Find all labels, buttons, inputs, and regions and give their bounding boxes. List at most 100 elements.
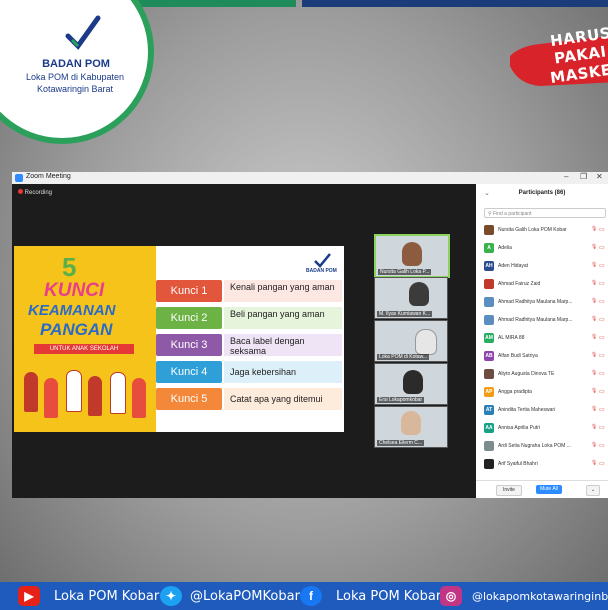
- badan-pom-check-logo: [65, 15, 101, 50]
- participant-row[interactable]: AT Anindita Tertia Maheswari 🎙 ▭: [484, 404, 608, 417]
- participant-name: Ahmad Fairuz Zaid: [498, 281, 541, 287]
- camera-off-icon: ▭: [599, 281, 605, 287]
- muted-mic-icon: 🎙: [591, 244, 598, 250]
- participant-row[interactable]: Ahmad Radhitya Maulana Marp... 🎙 ▭: [484, 314, 608, 327]
- camera-off-icon: ▭: [599, 371, 605, 377]
- slide-ribbon: UNTUK ANAK SEKOLAH: [34, 344, 134, 354]
- participant-face: [401, 411, 421, 435]
- participant-row[interactable]: Ahmad Fairuz Zaid 🎙 ▭: [484, 278, 608, 291]
- participant-name: AL MIRA 88: [498, 335, 525, 341]
- participant-row[interactable]: AB Alfan Budi Satriya 🎙 ▭: [484, 350, 608, 363]
- camera-off-icon: ▭: [599, 227, 605, 233]
- shared-screen-slide: 5 KUNCI KEAMANAN PANGAN UNTUK ANAK SEKOL…: [14, 246, 344, 432]
- participant-row[interactable]: Arif Syaiful Bhahri 🎙 ▭: [484, 458, 608, 471]
- zoom-meeting-window: Zoom Meeting – ❐ ✕ Recording 5 KUNCI KEA…: [12, 172, 608, 498]
- kunci-text: Beli pangan yang aman: [230, 309, 325, 319]
- slide-headline-keamanan: KEAMANAN: [28, 302, 116, 319]
- muted-mic-icon: 🎙: [591, 442, 598, 448]
- panel-footer: Invite Mute All ⌄: [476, 480, 608, 499]
- camera-off-icon: ▭: [599, 443, 605, 449]
- video-tile-name: Loka POM di Kotaw...: [377, 354, 430, 360]
- participant-name: Ahmad Radhitya Maulana Marp...: [498, 317, 573, 323]
- participant-name: Annisa Aprilia Putri: [498, 425, 540, 431]
- participant-row[interactable]: AM AL MIRA 88 🎙 ▭: [484, 332, 608, 345]
- minimize-button[interactable]: –: [564, 172, 568, 181]
- zoom-app-icon: [15, 174, 23, 182]
- participant-name: Nursita Galih Loka POM Kobar: [498, 227, 567, 233]
- facebook-icon: f: [300, 586, 322, 606]
- participant-avatar: [484, 279, 494, 289]
- twitter-handle: @LokaPOMKobar: [190, 589, 300, 604]
- participant-avatar: [484, 459, 494, 469]
- participant-name: Ardi Setia Nugraha Loka POM ...: [498, 443, 571, 449]
- camera-off-icon: ▭: [599, 299, 605, 305]
- top-banner-right: [302, 0, 608, 7]
- video-tile-name: Nursita Galih Loka P...: [378, 269, 432, 275]
- participant-row[interactable]: Nursita Galih Loka POM Kobar 🎙 ▭: [484, 224, 608, 237]
- participant-row[interactable]: Aliyto Augusta Dinova TE 🎙 ▭: [484, 368, 608, 381]
- camera-off-icon: ▭: [599, 389, 605, 395]
- participant-row[interactable]: A Adelia 🎙 ▭: [484, 242, 608, 255]
- participant-row[interactable]: AA Annisa Aprilia Putri 🎙 ▭: [484, 422, 608, 435]
- kunci-text: Kenali pangan yang aman: [230, 282, 335, 292]
- participant-avatar: A: [484, 243, 494, 253]
- child-figure: [24, 372, 38, 412]
- participant-avatar: AM: [484, 333, 494, 343]
- kunci-label: Kunci 3: [156, 334, 222, 356]
- kunci-label: Kunci 5: [156, 388, 222, 410]
- kunci-text: Baca label dengan seksama: [230, 336, 305, 356]
- participant-list: Nursita Galih Loka POM Kobar 🎙 ▭ A Adelia 🎙 ▭ A…: [476, 224, 608, 480]
- participant-search-input[interactable]: ⚲ Find a participant: [484, 208, 606, 218]
- camera-off-icon: ▭: [599, 245, 605, 251]
- close-button[interactable]: ✕: [596, 172, 603, 181]
- video-tile[interactable]: Loka POM di Kotaw...: [374, 320, 448, 362]
- participant-row[interactable]: AP Angga pradipta 🎙 ▭: [484, 386, 608, 399]
- video-tile[interactable]: Ersi Lokapomkobar: [374, 363, 448, 405]
- maximize-button[interactable]: ❐: [580, 172, 587, 181]
- participant-face: [415, 329, 437, 355]
- child-figure: [110, 372, 126, 414]
- video-tile[interactable]: M. Ilyas Kurniawan K...: [374, 277, 448, 319]
- muted-mic-icon: 🎙: [591, 352, 598, 358]
- participant-row[interactable]: Ahmad Radhitya Maulana Marp... 🎙 ▭: [484, 296, 608, 309]
- participant-face: [409, 282, 429, 306]
- kunci-label: Kunci 1: [156, 280, 222, 302]
- harus-pakai-masker-badge: HARUS PAKAI MASKER: [510, 24, 608, 92]
- kunci-label: Kunci 2: [156, 307, 222, 329]
- muted-mic-icon: 🎙: [591, 334, 598, 340]
- muted-mic-icon: 🎙: [591, 370, 598, 376]
- video-tile[interactable]: Nursita Galih Loka P...: [374, 234, 450, 278]
- camera-off-icon: ▭: [599, 317, 605, 323]
- kunci-text: Jaga kebersihan: [230, 367, 297, 377]
- participant-avatar: AB: [484, 351, 494, 361]
- video-tile[interactable]: Chelsea Eilerm C...: [374, 406, 448, 448]
- muted-mic-icon: 🎙: [591, 262, 598, 268]
- recording-label: Recording: [24, 190, 53, 196]
- participant-avatar: AA: [484, 423, 494, 433]
- slide-number: 5: [62, 252, 77, 282]
- participant-face: [402, 242, 422, 266]
- logo-title: BADAN POM: [42, 58, 110, 70]
- participant-name: Ahmad Radhitya Maulana Marp...: [498, 299, 573, 305]
- kunci-label: Kunci 4: [156, 361, 222, 383]
- kunci-text: Catat apa yang ditemui: [230, 394, 323, 404]
- participant-avatar: [484, 441, 494, 451]
- muted-mic-icon: 🎙: [591, 280, 598, 286]
- slide-logo-text: BADAN POM: [306, 268, 337, 274]
- slide-headline-kunci: KUNCI: [44, 280, 105, 301]
- video-tile-name: M. Ilyas Kurniawan K...: [377, 311, 433, 317]
- participant-row[interactable]: AH Aden Hidayat 🎙 ▭: [484, 260, 608, 273]
- camera-off-icon: ▭: [599, 461, 605, 467]
- muted-mic-icon: 🎙: [591, 424, 598, 430]
- participant-name: Adelia: [498, 245, 512, 251]
- social-media-bar: ▶ Loka POM Kobar ✦ @LokaPOMKobar f Loka …: [0, 582, 608, 610]
- search-placeholder: Find a participant: [493, 211, 532, 217]
- invite-button[interactable]: Invite: [496, 485, 522, 496]
- video-tile-name: Chelsea Eilerm C...: [377, 440, 425, 446]
- mute-all-button[interactable]: Mute All: [536, 485, 562, 494]
- recording-dot-icon: [18, 189, 23, 194]
- participant-row[interactable]: Ardi Setia Nugraha Loka POM ... 🎙 ▭: [484, 440, 608, 453]
- camera-off-icon: ▭: [599, 425, 605, 431]
- more-options-button[interactable]: ⌄: [586, 485, 600, 496]
- camera-off-icon: ▭: [599, 335, 605, 341]
